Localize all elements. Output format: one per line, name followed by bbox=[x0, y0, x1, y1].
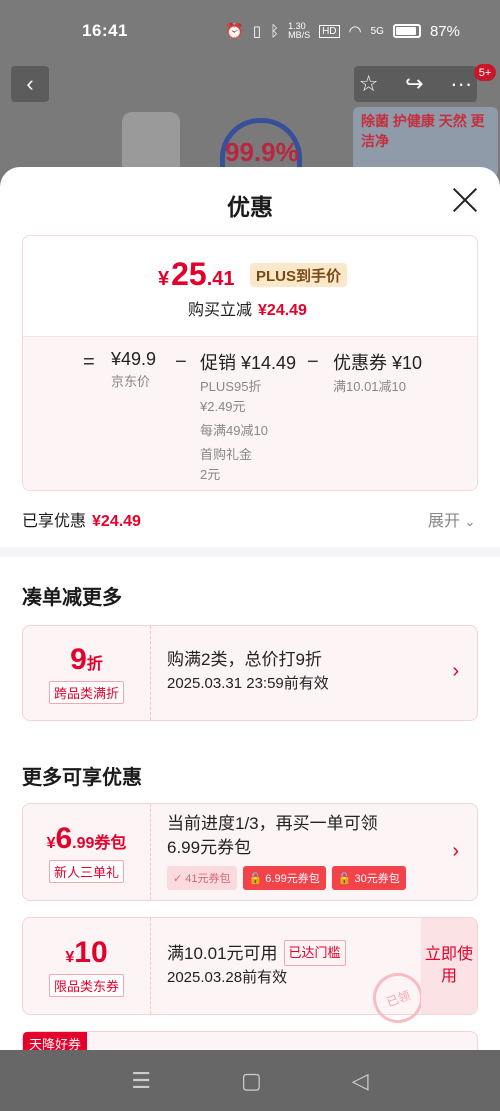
progress-chip: 🔓 30元券包 bbox=[331, 866, 406, 890]
progress-chip: 🔓 6.99元券包 bbox=[242, 866, 326, 890]
menu-icon[interactable]: ☰ bbox=[131, 1068, 151, 1094]
chip-label: 30元券包 bbox=[354, 873, 400, 885]
currency-symbol: ¥ bbox=[158, 268, 170, 290]
pack-unit: 券包 bbox=[94, 834, 127, 852]
alarm-icon: ⏰ bbox=[225, 23, 244, 40]
promo-every49: 每满49减10 bbox=[200, 423, 268, 438]
more-icon[interactable]: ··· bbox=[450, 71, 472, 97]
surprise-coupon-tag: 天降好券 bbox=[23, 1032, 88, 1050]
chevron-down-icon: ⌄ bbox=[464, 514, 476, 529]
system-nav-bar: ☰ ▢ ◁ bbox=[0, 1050, 500, 1111]
plus-price-tag: PLUS到手价 bbox=[250, 263, 348, 287]
coupon-pack-amount: ¥6.99券包 新人三单礼 bbox=[23, 804, 151, 900]
favorite-star-icon[interactable]: ☆ bbox=[359, 71, 379, 97]
chevron-left-icon: ‹ bbox=[26, 71, 34, 96]
currency-symbol: ¥ bbox=[65, 948, 75, 966]
sheet-title: 优惠 bbox=[227, 194, 273, 220]
reduce-value: ¥24.49 bbox=[258, 302, 307, 319]
promo-column: 促销 ¥14.49 PLUS95折 ¥2.49元 每满49减10 首购礼金 2元 bbox=[200, 349, 296, 485]
instant-reduction: 购买立减 ¥24.49 bbox=[188, 296, 307, 320]
expand-label: 展开 bbox=[428, 513, 461, 530]
status-bar: 16:41 ⏰ ▯ ᛒ 1.30 MB/S HD ◠ 5G 87% bbox=[0, 0, 500, 62]
cross-category-card[interactable]: 9折 跨品类满折 购满2类，总价打9折 2025.03.31 23:59前有效 … bbox=[22, 625, 478, 721]
minus-sign: − bbox=[307, 351, 319, 373]
message-badge: 5+ bbox=[474, 64, 496, 81]
new-user-card[interactable]: ¥6.99券包 新人三单礼 当前进度1/3，再买一单可领 6.99元券包 ✓ 4… bbox=[22, 803, 478, 901]
pack-number: 6 bbox=[55, 821, 73, 855]
coupon-amount: 优惠券 ¥10 bbox=[333, 353, 423, 373]
category-coupon-card: ¥10 限品类东券 满10.01元可用 已达门槛 2025.03.28前有效 已领… bbox=[22, 917, 478, 1031]
surprise-coupon-card: 天降好券 bbox=[22, 1031, 478, 1050]
enjoyed-value: ¥24.49 bbox=[92, 513, 141, 530]
coupon-condition: 满10.01减10 bbox=[333, 379, 406, 394]
discount-amount: 9折 跨品类满折 bbox=[23, 626, 151, 720]
lock-icon: 🔓 bbox=[248, 872, 266, 885]
jd-price: ¥49.9 bbox=[111, 349, 157, 369]
discount-number: 9 bbox=[70, 642, 87, 676]
card-title: 购满2类，总价打9折 bbox=[167, 650, 322, 669]
final-price: ¥ 25 .41 bbox=[158, 256, 235, 293]
back-triangle-icon[interactable]: ◁ bbox=[352, 1068, 369, 1094]
promo-plus95: PLUS95折 bbox=[200, 379, 262, 394]
promo-first-gift-value: 2元 bbox=[200, 467, 221, 482]
coupon-number: 10 bbox=[74, 935, 108, 969]
new-user-tag: 新人三单礼 bbox=[48, 859, 124, 883]
promo-first-gift: 首购礼金 bbox=[200, 447, 253, 462]
coupon-column: 优惠券 ¥10 满10.01减10 bbox=[333, 349, 422, 397]
enjoyed-discount: 已享优惠 ¥24.49 bbox=[22, 507, 141, 531]
signal-icon: 5G bbox=[370, 25, 384, 37]
discount-tag: 跨品类满折 bbox=[48, 680, 124, 704]
card-validity: 2025.03.31 23:59前有效 bbox=[167, 675, 329, 692]
threshold-badge: 已达门槛 bbox=[283, 940, 346, 966]
jd-price-column: ¥49.9 京东价 bbox=[111, 349, 156, 392]
use-now-button[interactable]: 立即使用 bbox=[421, 918, 477, 1014]
reduce-label: 购买立减 bbox=[188, 302, 253, 319]
minus-sign: − bbox=[175, 351, 187, 373]
promo-plus95-value: ¥2.49元 bbox=[200, 399, 246, 414]
chip-label: 6.99元券包 bbox=[265, 873, 320, 885]
price-summary: ¥ 25 .41 PLUS到手价 购买立减 ¥24.49 = ¥49.9 京东价 … bbox=[22, 235, 478, 491]
hd-icon: HD bbox=[319, 24, 340, 38]
net-speed: 1.30 MB/S bbox=[288, 21, 311, 40]
battery-level: 87% bbox=[429, 22, 460, 40]
progress-chips: ✓ 41元券包 🔓 6.99元券包 🔓 30元券包 bbox=[167, 866, 406, 890]
battery-icon bbox=[392, 24, 421, 38]
chevron-right-icon[interactable]: › bbox=[452, 660, 459, 683]
price-decimal: .41 bbox=[206, 268, 235, 290]
progress-text: 当前进度1/3，再买一单可领 bbox=[167, 814, 378, 833]
section-divider bbox=[0, 547, 500, 557]
jd-price-label: 京东价 bbox=[111, 374, 151, 389]
discount-unit: 折 bbox=[86, 655, 103, 673]
bluetooth-icon: ᛒ bbox=[270, 22, 280, 40]
coupon-type-tag: 限品类东券 bbox=[48, 973, 124, 997]
top-actions: ☆ ↪ ··· bbox=[354, 66, 477, 102]
pack-decimal: .99 bbox=[72, 834, 95, 852]
check-icon: ✓ bbox=[173, 872, 186, 885]
promo-amount: 促销 ¥14.49 bbox=[200, 353, 297, 373]
coupon-condition: 满10.01元可用 bbox=[167, 944, 278, 963]
progress-chip: ✓ 41元券包 bbox=[167, 866, 237, 890]
discount-sheet: 优惠 ¥ 25 .41 PLUS到手价 购买立减 ¥24.49 = ¥49.9 京… bbox=[0, 167, 500, 1050]
status-time: 16:41 bbox=[82, 21, 128, 40]
expand-button[interactable]: 展开 ⌄ bbox=[428, 507, 475, 531]
vibrate-icon: ▯ bbox=[252, 23, 262, 40]
wifi-icon: ◠ bbox=[348, 23, 362, 40]
back-button[interactable]: ‹ bbox=[11, 66, 49, 102]
enjoyed-label: 已享优惠 bbox=[22, 513, 87, 530]
section-title-more-benefits: 更多可享优惠 bbox=[22, 767, 142, 789]
price-integer: 25 bbox=[171, 256, 207, 292]
lock-icon: 🔓 bbox=[337, 872, 355, 885]
equals-sign: = bbox=[83, 351, 95, 373]
coupon-amount-block: ¥10 限品类东券 bbox=[23, 918, 151, 1014]
pack-value-text: 6.99元券包 bbox=[167, 838, 252, 857]
home-icon[interactable]: ▢ bbox=[241, 1068, 262, 1094]
share-icon[interactable]: ↪ bbox=[405, 71, 423, 97]
close-icon[interactable] bbox=[452, 187, 478, 213]
section-title-more-order: 凑单减更多 bbox=[22, 587, 122, 609]
chevron-right-icon[interactable]: › bbox=[452, 840, 459, 863]
coupon-validity: 2025.03.28前有效 bbox=[167, 969, 288, 986]
chip-label: 41元券包 bbox=[185, 873, 231, 885]
